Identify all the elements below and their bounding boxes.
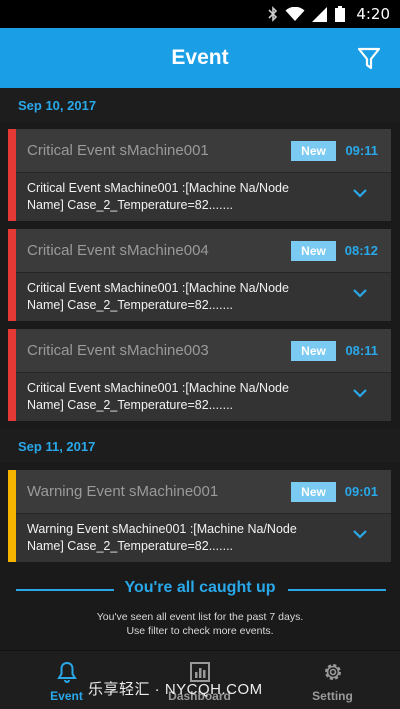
severity-stripe — [8, 470, 16, 562]
tab-label: Setting — [312, 689, 353, 703]
app-bar: Event — [0, 28, 400, 88]
new-badge: New — [291, 482, 336, 502]
event-detail: Warning Event sMachine001 :[Machine Na/N… — [27, 522, 297, 553]
new-badge: New — [291, 141, 336, 161]
event-card[interactable]: Critical Event sMachine001 New 09:11 Cri… — [8, 129, 391, 221]
gear-icon — [324, 664, 341, 680]
event-title: Warning Event sMachine001 — [27, 483, 219, 500]
watermark: 乐享轻汇 · NYCQH.COM — [88, 681, 263, 698]
status-bar: 4:20 — [0, 0, 400, 28]
event-header[interactable]: Warning Event sMachine001 New 09:01 — [16, 470, 391, 514]
severity-stripe — [8, 129, 16, 221]
battery-icon — [335, 6, 346, 22]
event-header[interactable]: Critical Event sMachine003 New 08:11 — [16, 329, 391, 373]
event-body: Warning Event sMachine001 :[Machine Na/N… — [16, 515, 391, 562]
event-time: 09:01 — [344, 484, 378, 499]
event-card[interactable]: Warning Event sMachine001 New 09:01 Warn… — [8, 470, 391, 562]
event-detail: Critical Event sMachine001 :[Machine Na/… — [27, 181, 289, 212]
event-header[interactable]: Critical Event sMachine001 New 09:11 — [16, 129, 391, 173]
wifi-icon — [285, 6, 305, 21]
bluetooth-icon — [268, 6, 278, 22]
date-header: Sep 10, 2017 — [0, 88, 400, 122]
tab-setting[interactable]: Setting — [266, 651, 399, 709]
event-card[interactable]: Critical Event sMachine004 New 08:12 Cri… — [8, 229, 391, 321]
date-header: Sep 11, 2017 — [0, 429, 400, 463]
event-title: Critical Event sMachine001 — [27, 142, 209, 159]
bell-icon — [56, 661, 77, 683]
event-detail: Critical Event sMachine001 :[Machine Na/… — [27, 281, 289, 312]
caught-up-subtext: Use filter to check more events. — [126, 625, 274, 637]
event-card[interactable]: Critical Event sMachine003 New 08:11 Cri… — [8, 329, 391, 421]
divider — [288, 589, 386, 591]
event-detail: Critical Event sMachine001 :[Machine Na/… — [27, 381, 289, 412]
event-title: Critical Event sMachine004 — [27, 242, 209, 259]
caught-up-subtext: You've seen all event list for the past … — [96, 611, 304, 623]
status-time: 4:20 — [356, 5, 390, 23]
date-label: Sep 11, 2017 — [18, 438, 96, 454]
event-list: Sep 10, 2017 Critical Event sMachine001 … — [0, 88, 400, 650]
caught-up-banner: You're all caught up — [0, 578, 400, 602]
page-title: Event — [171, 46, 229, 69]
event-body: Critical Event sMachine001 :[Machine Na/… — [16, 174, 391, 221]
severity-stripe — [8, 329, 16, 421]
date-label: Sep 10, 2017 — [18, 97, 97, 113]
filter-icon[interactable] — [356, 45, 382, 71]
event-title: Critical Event sMachine003 — [27, 342, 209, 359]
event-body: Critical Event sMachine001 :[Machine Na/… — [16, 274, 391, 321]
signal-icon — [312, 6, 328, 22]
new-badge: New — [291, 241, 336, 261]
event-header[interactable]: Critical Event sMachine004 New 08:12 — [16, 229, 391, 273]
event-time: 08:12 — [344, 243, 378, 258]
chevron-down-icon[interactable] — [351, 284, 369, 302]
chevron-down-icon[interactable] — [351, 184, 369, 202]
severity-stripe — [8, 229, 16, 321]
new-badge: New — [291, 341, 336, 361]
event-time: 09:11 — [345, 143, 378, 158]
caught-up-text: You're all caught up — [124, 579, 276, 596]
chevron-down-icon[interactable] — [351, 384, 369, 402]
event-time: 08:11 — [345, 343, 378, 358]
event-body: Critical Event sMachine001 :[Machine Na/… — [16, 374, 391, 421]
chevron-down-icon[interactable] — [351, 525, 369, 543]
